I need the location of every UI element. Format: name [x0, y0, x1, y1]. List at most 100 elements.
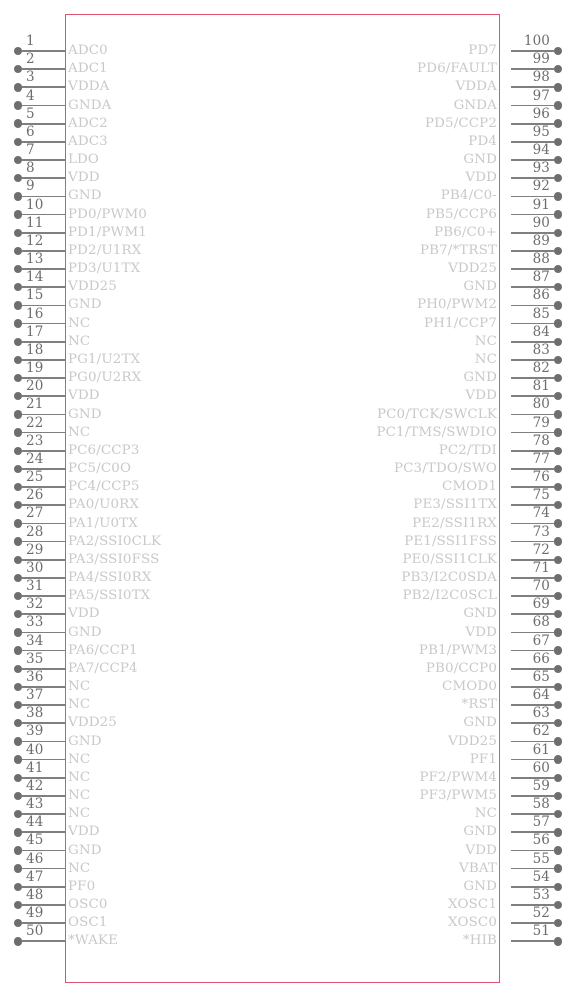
- pin-terminal-dot[interactable]: [14, 828, 23, 837]
- pin-terminal-dot[interactable]: [14, 83, 23, 92]
- pin-terminal-dot[interactable]: [553, 228, 562, 237]
- pin-terminal-dot[interactable]: [553, 301, 562, 310]
- pin-terminal-dot[interactable]: [553, 610, 562, 619]
- pin-terminal-dot[interactable]: [553, 64, 562, 74]
- pin-terminal-dot[interactable]: [14, 591, 23, 601]
- pin-terminal-dot[interactable]: [14, 410, 23, 419]
- pin-terminal-dot[interactable]: [553, 882, 562, 892]
- pin-terminal-dot[interactable]: [553, 192, 562, 201]
- pin-terminal-dot[interactable]: [553, 46, 562, 56]
- pin-terminal-dot[interactable]: [14, 519, 23, 528]
- pin-terminal-dot[interactable]: [553, 446, 562, 455]
- pin-terminal-dot[interactable]: [553, 210, 562, 219]
- pin-terminal-dot[interactable]: [14, 537, 23, 546]
- pin-terminal-dot[interactable]: [553, 664, 562, 673]
- pin-terminal-dot[interactable]: [553, 828, 562, 837]
- pin-terminal-dot[interactable]: [14, 755, 23, 764]
- pin-terminal-dot[interactable]: [14, 719, 23, 728]
- pin-terminal-dot[interactable]: [14, 174, 23, 183]
- pin-terminal-dot[interactable]: [14, 464, 23, 474]
- pin-terminal-dot[interactable]: [14, 900, 23, 910]
- pin-terminal-dot[interactable]: [14, 392, 23, 401]
- pin-terminal-dot[interactable]: [553, 846, 562, 855]
- pin-terminal-dot[interactable]: [14, 228, 23, 237]
- pin-terminal-dot[interactable]: [14, 482, 23, 492]
- pin-terminal-dot[interactable]: [14, 864, 23, 873]
- pin-terminal-dot[interactable]: [553, 700, 562, 710]
- pin-terminal-dot[interactable]: [553, 791, 562, 801]
- pin-terminal-dot[interactable]: [14, 555, 23, 564]
- pin-terminal-dot[interactable]: [553, 428, 562, 437]
- pin-terminal-dot[interactable]: [553, 519, 562, 528]
- pin-terminal-dot[interactable]: [553, 682, 562, 692]
- pin-terminal-dot[interactable]: [553, 319, 562, 328]
- pin-terminal-dot[interactable]: [14, 155, 23, 165]
- pin-terminal-dot[interactable]: [14, 918, 23, 928]
- pin-terminal-dot[interactable]: [553, 537, 562, 546]
- pin-terminal-dot[interactable]: [553, 573, 562, 583]
- pin-terminal-dot[interactable]: [553, 591, 562, 601]
- pin-terminal-dot[interactable]: [553, 755, 562, 764]
- pin-terminal-dot[interactable]: [14, 355, 23, 365]
- pin-terminal-dot[interactable]: [553, 83, 562, 92]
- pin-terminal-dot[interactable]: [553, 264, 562, 274]
- pin-terminal-dot[interactable]: [553, 918, 562, 928]
- pin-terminal-dot[interactable]: [14, 264, 23, 274]
- pin-terminal-dot[interactable]: [553, 392, 562, 401]
- pin-terminal-dot[interactable]: [553, 555, 562, 564]
- pin-terminal-dot[interactable]: [14, 682, 23, 692]
- pin-terminal-dot[interactable]: [553, 137, 562, 147]
- pin-terminal-dot[interactable]: [14, 664, 23, 673]
- pin-terminal-dot[interactable]: [553, 809, 562, 819]
- pin-terminal-dot[interactable]: [553, 355, 562, 365]
- pin-terminal-dot[interactable]: [14, 700, 23, 710]
- pin-terminal-dot[interactable]: [14, 192, 23, 201]
- pin-terminal-dot[interactable]: [553, 737, 562, 746]
- pin-terminal-dot[interactable]: [14, 937, 23, 946]
- pin-terminal-dot[interactable]: [14, 809, 23, 819]
- pin-terminal-dot[interactable]: [14, 301, 23, 310]
- pin-terminal-dot[interactable]: [14, 882, 23, 892]
- pin-terminal-dot[interactable]: [14, 101, 23, 110]
- pin-terminal-dot[interactable]: [14, 246, 23, 256]
- pin-terminal-dot[interactable]: [14, 210, 23, 219]
- pin-terminal-dot[interactable]: [14, 610, 23, 619]
- pin-terminal-dot[interactable]: [553, 155, 562, 165]
- pin-terminal-dot[interactable]: [553, 246, 562, 256]
- pin-terminal-dot[interactable]: [553, 119, 562, 128]
- pin-terminal-dot[interactable]: [553, 937, 562, 946]
- pin-terminal-dot[interactable]: [553, 101, 562, 110]
- pin-terminal-dot[interactable]: [14, 446, 23, 455]
- pin-terminal-dot[interactable]: [553, 864, 562, 873]
- pin-terminal-dot[interactable]: [553, 464, 562, 474]
- pin-terminal-dot[interactable]: [14, 501, 23, 510]
- pin-terminal-dot[interactable]: [553, 900, 562, 910]
- pin-terminal-dot[interactable]: [553, 719, 562, 728]
- pin-terminal-dot[interactable]: [14, 337, 23, 346]
- pin-terminal-dot[interactable]: [14, 573, 23, 583]
- pin-terminal-dot[interactable]: [553, 410, 562, 419]
- pin-terminal-dot[interactable]: [553, 646, 562, 655]
- pin-terminal-dot[interactable]: [553, 773, 562, 782]
- pin-terminal-dot[interactable]: [14, 646, 23, 655]
- pin-terminal-dot[interactable]: [14, 64, 23, 74]
- pin-terminal-dot[interactable]: [14, 428, 23, 437]
- pin-terminal-dot[interactable]: [14, 737, 23, 746]
- pin-terminal-dot[interactable]: [553, 501, 562, 510]
- pin-terminal-dot[interactable]: [553, 337, 562, 346]
- pin-terminal-dot[interactable]: [14, 773, 23, 782]
- pin-terminal-dot[interactable]: [553, 174, 562, 183]
- pin-terminal-dot[interactable]: [553, 283, 562, 292]
- pin-terminal-dot[interactable]: [14, 846, 23, 855]
- pin-terminal-dot[interactable]: [553, 628, 562, 637]
- pin-terminal-dot[interactable]: [553, 373, 562, 383]
- pin-terminal-dot[interactable]: [14, 628, 23, 637]
- pin-terminal-dot[interactable]: [14, 373, 23, 383]
- pin-terminal-dot[interactable]: [14, 319, 23, 328]
- pin-terminal-dot[interactable]: [14, 283, 23, 292]
- pin-terminal-dot[interactable]: [14, 46, 23, 56]
- pin-terminal-dot[interactable]: [14, 791, 23, 801]
- pin-terminal-dot[interactable]: [553, 482, 562, 492]
- pin-terminal-dot[interactable]: [14, 137, 23, 147]
- pin-terminal-dot[interactable]: [14, 119, 23, 128]
